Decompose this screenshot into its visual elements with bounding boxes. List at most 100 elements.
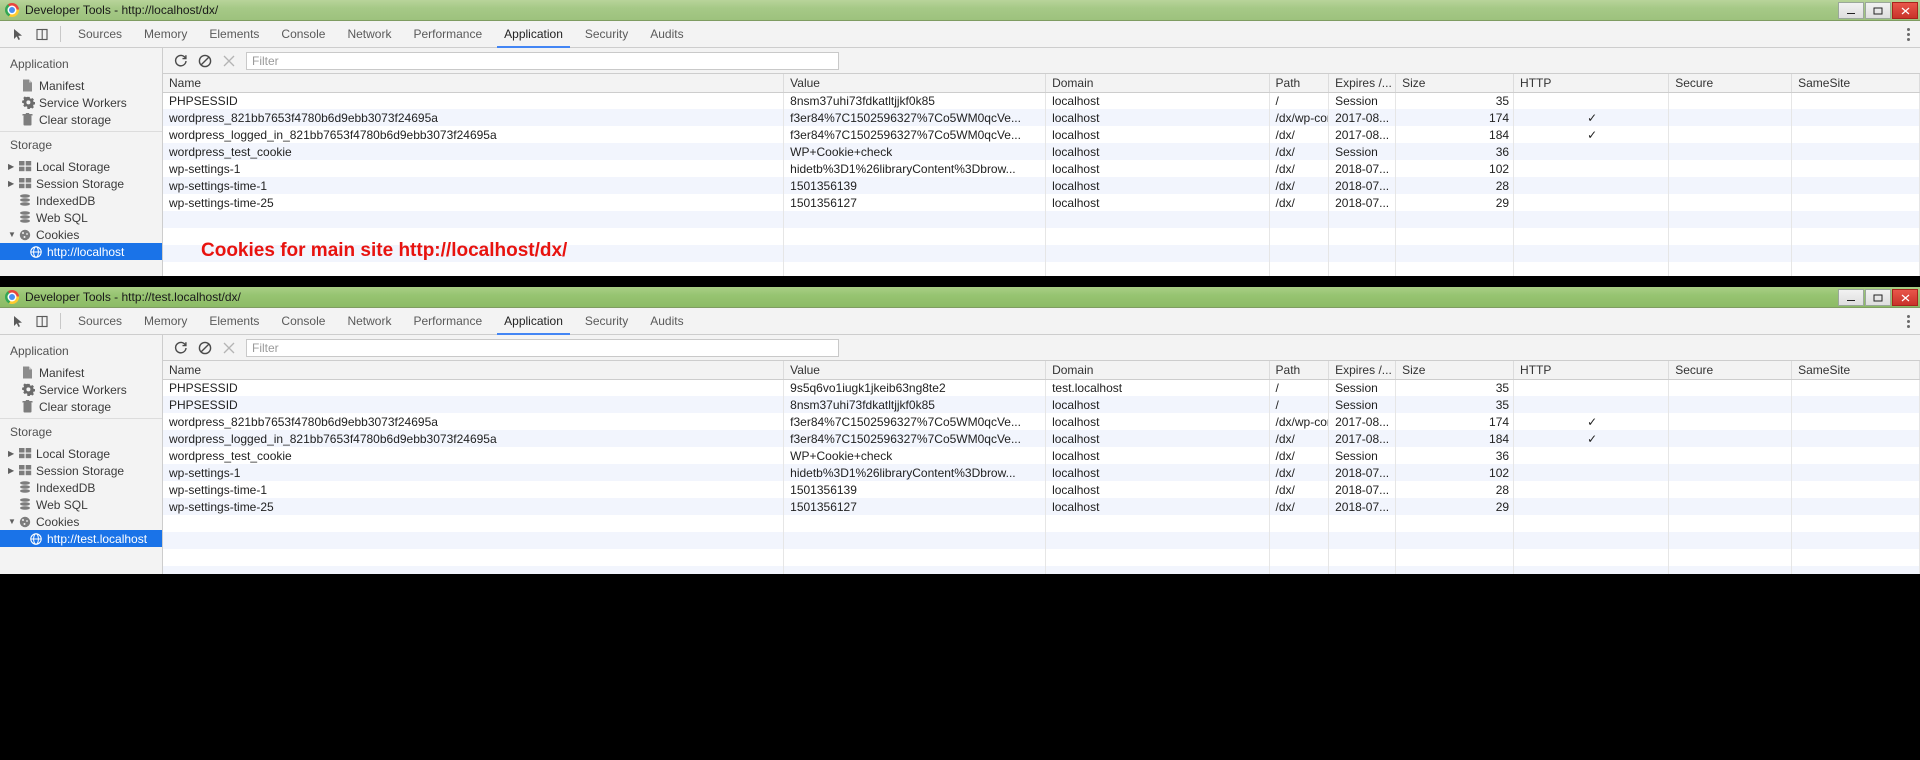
- chevron-down-icon[interactable]: ▼: [8, 517, 19, 526]
- table-row[interactable]: PHPSESSID 9s5q6vo1iugk1jkeib63ng8te2 test.…: [163, 379, 1920, 396]
- sidebar-item-local-storage[interactable]: ▶ Local Storage: [0, 158, 162, 175]
- refresh-icon[interactable]: [169, 50, 193, 72]
- table-row[interactable]: wordpress_logged_in_821bb7653f4780b6d9eb…: [163, 126, 1920, 143]
- table-row[interactable]: wordpress_821bb7653f4780b6d9ebb3073f2469…: [163, 109, 1920, 126]
- tab-security[interactable]: Security: [574, 308, 639, 335]
- column-header-http[interactable]: HTTP: [1513, 361, 1670, 380]
- column-header-secure[interactable]: Secure: [1668, 361, 1793, 380]
- tab-sources[interactable]: Sources: [67, 21, 133, 48]
- tab-application[interactable]: Application: [493, 21, 574, 48]
- table-row[interactable]: wp-settings-1 hidetb%3D1%26libraryContent…: [163, 160, 1920, 177]
- sidebar-item-cookies[interactable]: ▼ Cookies: [0, 226, 162, 243]
- sidebar-item-web-sql[interactable]: Web SQL: [0, 209, 162, 226]
- table-row[interactable]: wp-settings-time-25 1501356127 localhost/d…: [163, 498, 1920, 515]
- tab-elements[interactable]: Elements: [198, 308, 270, 335]
- column-header-path[interactable]: Path: [1269, 74, 1330, 93]
- window-titlebar[interactable]: Developer Tools - http://test.localhost/…: [0, 287, 1920, 308]
- inspect-element-icon[interactable]: [6, 23, 30, 45]
- sidebar-item-cookies[interactable]: ▼ Cookies: [0, 513, 162, 530]
- delete-x-icon[interactable]: [217, 337, 241, 359]
- tab-performance[interactable]: Performance: [402, 21, 493, 48]
- block-clear-icon[interactable]: [193, 337, 217, 359]
- tab-sources[interactable]: Sources: [67, 308, 133, 335]
- tab-audits[interactable]: Audits: [639, 308, 694, 335]
- sidebar-item-clear-storage[interactable]: Clear storage: [0, 398, 162, 415]
- close-button[interactable]: [1892, 289, 1918, 306]
- chevron-right-icon[interactable]: ▶: [8, 466, 19, 475]
- filter-input[interactable]: Filter: [246, 338, 839, 357]
- table-row[interactable]: wp-settings-time-1 1501356139 localhost/dx…: [163, 481, 1920, 498]
- table-row[interactable]: wordpress_test_cookie WP+Cookie+check loca…: [163, 447, 1920, 464]
- column-header-expires[interactable]: Expires /...: [1328, 74, 1397, 93]
- sidebar-item-indexeddb[interactable]: IndexedDB: [0, 192, 162, 209]
- tab-console[interactable]: Console: [270, 21, 336, 48]
- tab-application[interactable]: Application: [493, 308, 574, 335]
- sidebar-item-cookie-host[interactable]: http://localhost: [0, 243, 162, 260]
- column-header-expires[interactable]: Expires /...: [1328, 361, 1397, 380]
- table-row[interactable]: wordpress_logged_in_821bb7653f4780b6d9eb…: [163, 430, 1920, 447]
- tab-audits[interactable]: Audits: [639, 21, 694, 48]
- close-button[interactable]: [1892, 2, 1918, 19]
- sidebar-item-service-workers[interactable]: Service Workers: [0, 94, 162, 111]
- chevron-right-icon[interactable]: ▶: [8, 179, 19, 188]
- table-row[interactable]: wp-settings-time-1 1501356139 localhost/dx…: [163, 177, 1920, 194]
- block-clear-icon[interactable]: [193, 50, 217, 72]
- more-options-icon[interactable]: [1907, 21, 1910, 48]
- column-header-domain[interactable]: Domain: [1045, 74, 1270, 93]
- sidebar-item-manifest[interactable]: Manifest: [0, 77, 162, 94]
- table-row[interactable]: wordpress_test_cookie WP+Cookie+check loca…: [163, 143, 1920, 160]
- cell-secure: [1668, 464, 1793, 481]
- device-toolbar-icon[interactable]: [30, 310, 54, 332]
- column-header-path[interactable]: Path: [1269, 361, 1330, 380]
- sidebar-item-session-storage[interactable]: ▶ Session Storage: [0, 175, 162, 192]
- window-titlebar[interactable]: Developer Tools - http://localhost/dx/: [0, 0, 1920, 21]
- sidebar-item-session-storage[interactable]: ▶ Session Storage: [0, 462, 162, 479]
- column-header-samesite[interactable]: SameSite: [1791, 74, 1920, 93]
- inspect-element-icon[interactable]: [6, 310, 30, 332]
- tab-security[interactable]: Security: [574, 21, 639, 48]
- sidebar-item-indexeddb[interactable]: IndexedDB: [0, 479, 162, 496]
- column-header-value[interactable]: Value: [783, 361, 1047, 380]
- column-header-name[interactable]: Name: [163, 361, 785, 380]
- column-header-secure[interactable]: Secure: [1668, 74, 1793, 93]
- cell-empty: [1791, 228, 1920, 245]
- sidebar-item-clear-storage[interactable]: Clear storage: [0, 111, 162, 128]
- devtools-tab-bar: Sources Memory Elements Console Network …: [67, 21, 695, 48]
- sidebar-item-web-sql[interactable]: Web SQL: [0, 496, 162, 513]
- table-row[interactable]: wordpress_821bb7653f4780b6d9ebb3073f2469…: [163, 413, 1920, 430]
- column-header-value[interactable]: Value: [783, 74, 1047, 93]
- tab-memory[interactable]: Memory: [133, 308, 198, 335]
- tab-network[interactable]: Network: [336, 21, 402, 48]
- table-row[interactable]: PHPSESSID 8nsm37uhi73fdkatltjjkf0k85 local…: [163, 92, 1920, 109]
- refresh-icon[interactable]: [169, 337, 193, 359]
- chevron-right-icon[interactable]: ▶: [8, 162, 19, 171]
- delete-x-icon[interactable]: [217, 50, 241, 72]
- filter-input[interactable]: Filter: [246, 51, 839, 70]
- column-header-http[interactable]: HTTP: [1513, 74, 1670, 93]
- sidebar-item-manifest[interactable]: Manifest: [0, 364, 162, 381]
- device-toolbar-icon[interactable]: [30, 23, 54, 45]
- chevron-down-icon[interactable]: ▼: [8, 230, 19, 239]
- column-header-size[interactable]: Size: [1395, 74, 1515, 93]
- table-row[interactable]: wp-settings-time-25 1501356127 localhost/d…: [163, 194, 1920, 211]
- minimize-button[interactable]: [1838, 2, 1864, 19]
- tab-console[interactable]: Console: [270, 308, 336, 335]
- table-row[interactable]: PHPSESSID 8nsm37uhi73fdkatltjjkf0k85 local…: [163, 396, 1920, 413]
- column-header-samesite[interactable]: SameSite: [1791, 361, 1920, 380]
- chevron-right-icon[interactable]: ▶: [8, 449, 19, 458]
- tab-memory[interactable]: Memory: [133, 21, 198, 48]
- column-header-size[interactable]: Size: [1395, 361, 1515, 380]
- table-row[interactable]: wp-settings-1 hidetb%3D1%26libraryContent…: [163, 464, 1920, 481]
- sidebar-item-local-storage[interactable]: ▶ Local Storage: [0, 445, 162, 462]
- tab-performance[interactable]: Performance: [402, 308, 493, 335]
- maximize-button[interactable]: [1865, 289, 1891, 306]
- column-header-domain[interactable]: Domain: [1045, 361, 1270, 380]
- sidebar-item-service-workers[interactable]: Service Workers: [0, 381, 162, 398]
- tab-elements[interactable]: Elements: [198, 21, 270, 48]
- maximize-button[interactable]: [1865, 2, 1891, 19]
- sidebar-item-cookie-host[interactable]: http://test.localhost: [0, 530, 162, 547]
- tab-network[interactable]: Network: [336, 308, 402, 335]
- column-header-name[interactable]: Name: [163, 74, 785, 93]
- minimize-button[interactable]: [1838, 289, 1864, 306]
- more-options-icon[interactable]: [1907, 308, 1910, 335]
